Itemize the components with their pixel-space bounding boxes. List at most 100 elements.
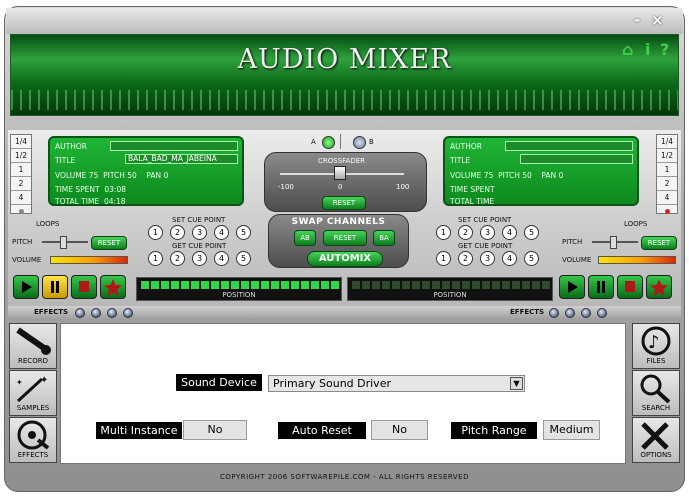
deck-b-loops-label: LOOPS [624, 220, 648, 228]
deck-b-loop-half[interactable]: 1/2 [657, 149, 677, 163]
deck-b-position-bar[interactable]: POSITION [347, 277, 553, 301]
deck-a-set-cue-5[interactable]: 5 [236, 225, 251, 240]
deck-b-select-indicator[interactable] [353, 136, 366, 149]
deck-a-set-cue-1[interactable]: 1 [148, 225, 163, 240]
deck-a-loop-quarter[interactable]: 1/4 [11, 135, 31, 149]
deck-a-set-cue-2[interactable]: 2 [170, 225, 185, 240]
deck-b-get-cue-2[interactable]: 2 [458, 251, 473, 266]
deck-a-select-indicator[interactable] [322, 136, 335, 149]
deck-a-loop-half[interactable]: 1/2 [11, 149, 31, 163]
deck-a-pitch-handle[interactable] [60, 236, 67, 249]
info-icon[interactable]: i [645, 40, 650, 59]
deck-a-get-cue-3[interactable]: 3 [192, 251, 207, 266]
deck-b-set-cue-3[interactable]: 3 [480, 225, 495, 240]
deck-b-stop-button[interactable] [617, 275, 643, 299]
auto-reset-pitch-button[interactable]: No [371, 420, 428, 440]
deck-b-loop-4[interactable]: 4 [657, 191, 677, 205]
deck-b-set-cue-5[interactable]: 5 [524, 225, 539, 240]
deck-b-set-cue-2[interactable]: 2 [458, 225, 473, 240]
deck-a-volume-value: 75 [88, 171, 99, 180]
record-button[interactable]: RECORD [9, 323, 57, 369]
deck-b-set-cue-1[interactable]: 1 [436, 225, 451, 240]
deck-a-get-cue-1[interactable]: 1 [148, 251, 163, 266]
home-icon[interactable]: ⌂ [622, 40, 633, 59]
multi-instance-button[interactable]: No [183, 420, 247, 440]
magnifier-icon [640, 374, 671, 404]
deck-b-effect-3[interactable] [581, 308, 591, 318]
deck-b-loop-quarter[interactable]: 1/4 [657, 135, 677, 149]
close-button[interactable]: × [651, 11, 664, 29]
help-icon[interactable]: ? [660, 40, 669, 59]
app-title: AUDIO MIXER [237, 44, 452, 75]
deck-b-loop-2[interactable]: 2 [657, 177, 677, 191]
deck-b-set-cue-4[interactable]: 4 [502, 225, 517, 240]
deck-a-loop-4[interactable]: 4 [11, 191, 31, 205]
swap-reset-button[interactable]: RESET [323, 230, 367, 246]
deck-b-position-led [402, 281, 410, 289]
crossfader-label: CROSSFADER [318, 157, 365, 165]
crossfader-max: 100 [396, 183, 410, 191]
deck-a-get-cue-4[interactable]: 4 [214, 251, 229, 266]
deck-a-pause-button[interactable] [42, 275, 68, 299]
deck-a-get-cue-5[interactable]: 5 [236, 251, 251, 266]
deck-a-author-value [110, 141, 238, 151]
swap-ab-button[interactable]: AB [294, 230, 316, 246]
deck-b-pitch-label: PITCH [498, 171, 520, 180]
crossfader-handle[interactable] [334, 166, 346, 180]
pitch-range-button[interactable]: Medium [543, 420, 600, 440]
deck-b-effect-button[interactable] [646, 275, 672, 299]
swap-ba-button[interactable]: BA [373, 230, 395, 246]
effects-button[interactable]: EFFECTS [9, 417, 57, 463]
deck-b-get-cue-4[interactable]: 4 [502, 251, 517, 266]
deck-b-get-cue-1[interactable]: 1 [436, 251, 451, 266]
sound-device-select[interactable]: Primary Sound Driver ▼ [268, 375, 525, 392]
deck-a-position-led [201, 281, 209, 289]
deck-a-effect-3[interactable] [107, 308, 117, 318]
deck-a-time-spent-value: 03:08 [104, 185, 127, 194]
deck-b-loop-8[interactable] [657, 205, 677, 218]
crossfader-reset-button[interactable]: RESET [322, 196, 366, 210]
deck-a-effect-2[interactable] [91, 308, 101, 318]
samples-button[interactable]: ✦ ✦ SAMPLES [9, 370, 57, 416]
deck-a-effect-button[interactable] [100, 275, 126, 299]
deck-a-pitch-reset-button[interactable]: RESET [91, 236, 127, 250]
options-button[interactable]: OPTIONS [632, 417, 680, 463]
deck-a-position-led [271, 281, 279, 289]
deck-b-effect-2[interactable] [565, 308, 575, 318]
deck-a-get-cue-2[interactable]: 2 [170, 251, 185, 266]
deck-b-get-cue-5[interactable]: 5 [524, 251, 539, 266]
deck-b-volume-label: VOLUME [450, 171, 482, 180]
deck-b-play-button[interactable] [559, 275, 585, 299]
deck-a-title-value: BALA_BAD_MA_JABEINA [125, 154, 238, 164]
deck-a-loop-8[interactable] [11, 205, 31, 218]
deck-a-set-cue-4[interactable]: 4 [214, 225, 229, 240]
sound-device-label: Sound Device [176, 374, 262, 391]
deck-b-pitch-reset-button[interactable]: RESET [641, 236, 677, 250]
files-button[interactable]: ♪ FILES [632, 323, 680, 369]
deck-a-play-button[interactable] [13, 275, 39, 299]
search-button[interactable]: SEARCH [632, 370, 680, 416]
deck-b-position-label: POSITION [433, 291, 467, 299]
automix-button[interactable]: AUTOMIX [307, 251, 383, 267]
deck-b-pause-button[interactable] [588, 275, 614, 299]
search-label: SEARCH [641, 404, 671, 412]
disc-hand-icon [17, 420, 50, 450]
deck-a-volume-bar[interactable] [50, 256, 128, 264]
deck-b-effect-1[interactable] [549, 308, 559, 318]
chevron-down-icon[interactable]: ▼ [510, 377, 523, 390]
deck-a-effect-4[interactable] [123, 308, 133, 318]
deck-a-loop-2[interactable]: 2 [11, 177, 31, 191]
deck-a-pitch-label: PITCH [103, 171, 125, 180]
deck-a-loop-1[interactable]: 1 [11, 163, 31, 177]
deck-a-stop-button[interactable] [71, 275, 97, 299]
deck-a-set-cue-3[interactable]: 3 [192, 225, 207, 240]
deck-b-get-cue-3[interactable]: 3 [480, 251, 495, 266]
deck-a-pan-value: 0 [163, 171, 169, 180]
deck-b-volume-bar[interactable] [598, 256, 676, 264]
deck-a-effect-1[interactable] [75, 308, 85, 318]
minimize-button[interactable]: - [634, 11, 640, 29]
deck-b-effect-4[interactable] [597, 308, 607, 318]
deck-b-pitch-handle[interactable] [610, 236, 617, 249]
deck-b-loop-1[interactable]: 1 [657, 163, 677, 177]
deck-a-position-bar[interactable]: POSITION [136, 277, 342, 301]
